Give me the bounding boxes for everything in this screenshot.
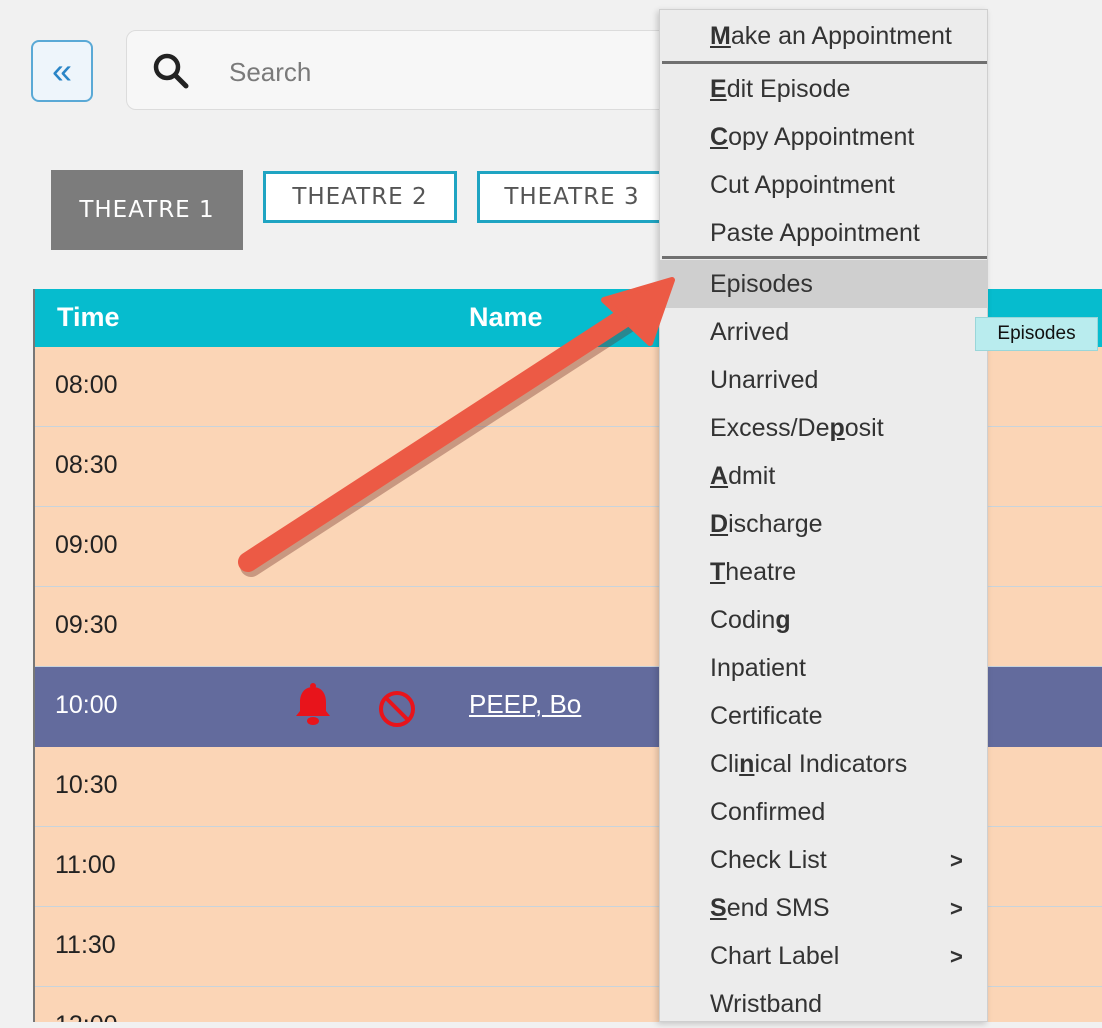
menu-item-coding[interactable]: Coding — [660, 596, 987, 644]
patient-name-link[interactable]: PEEP, Bo — [469, 689, 581, 720]
column-header-name: Name — [469, 302, 543, 332]
menu-item-theatre[interactable]: Theatre — [660, 548, 987, 596]
menu-item-admit[interactable]: Admit — [660, 452, 987, 500]
menu-item-chart-label[interactable]: Chart Label > — [660, 932, 987, 980]
menu-item-confirmed[interactable]: Confirmed — [660, 788, 987, 836]
menu-item-arrived[interactable]: Arrived — [660, 308, 987, 356]
row-time: 09:30 — [55, 611, 118, 639]
search-icon — [153, 53, 189, 89]
menu-item-inpatient[interactable]: Inpatient — [660, 644, 987, 692]
row-time: 10:30 — [55, 771, 118, 799]
collapse-sidebar-button[interactable]: « — [31, 40, 93, 102]
row-time: 11:00 — [55, 851, 116, 879]
menu-item-edit-episode[interactable]: Edit Episode — [660, 65, 987, 113]
menu-item-make-appointment[interactable]: Make an Appointment — [660, 12, 987, 60]
menu-item-copy-appointment[interactable]: Copy Appointment — [660, 113, 987, 161]
submenu-arrow-icon: > — [950, 896, 963, 921]
row-time: 10:00 — [55, 691, 118, 719]
menu-separator — [662, 61, 987, 64]
tab-theatre-1[interactable]: THEATRE 1 — [51, 170, 243, 250]
menu-item-unarrived[interactable]: Unarrived — [660, 356, 987, 404]
row-time: 08:30 — [55, 451, 118, 479]
menu-item-wristband[interactable]: Wristband — [660, 980, 987, 1028]
menu-item-check-list[interactable]: Check List > — [660, 836, 987, 884]
menu-item-excess-deposit[interactable]: Excess/Deposit — [660, 404, 987, 452]
menu-item-clinical-indicators[interactable]: Clinical Indicators — [660, 740, 987, 788]
prohibited-icon[interactable] — [377, 689, 417, 729]
submenu-arrow-icon: > — [950, 848, 963, 873]
menu-separator — [662, 256, 987, 259]
row-time: 11:30 — [55, 931, 116, 959]
menu-item-send-sms[interactable]: Send SMS > — [660, 884, 987, 932]
menu-item-episodes[interactable]: Episodes — [660, 260, 987, 308]
search-box[interactable] — [126, 30, 746, 110]
row-time: 08:00 — [55, 371, 118, 399]
tab-theatre-3[interactable]: THEATRE 3 — [477, 171, 667, 223]
menu-item-discharge[interactable]: Discharge — [660, 500, 987, 548]
row-time: 09:00 — [55, 531, 118, 559]
double-chevron-left-icon: « — [51, 50, 73, 91]
tab-theatre-2[interactable]: THEATRE 2 — [263, 171, 457, 223]
context-menu: Make an Appointment Edit Episode Copy Ap… — [659, 9, 988, 1022]
menu-item-paste-appointment[interactable]: Paste Appointment — [660, 209, 987, 257]
menu-item-certificate[interactable]: Certificate — [660, 692, 987, 740]
menu-item-cut-appointment[interactable]: Cut Appointment — [660, 161, 987, 209]
bell-alert-icon[interactable] — [293, 683, 333, 727]
column-header-time: Time — [57, 302, 120, 332]
search-input[interactable] — [227, 51, 681, 93]
submenu-arrow-icon: > — [950, 944, 963, 969]
row-time: 12:00 — [55, 1011, 118, 1022]
tooltip: Episodes — [975, 317, 1098, 351]
